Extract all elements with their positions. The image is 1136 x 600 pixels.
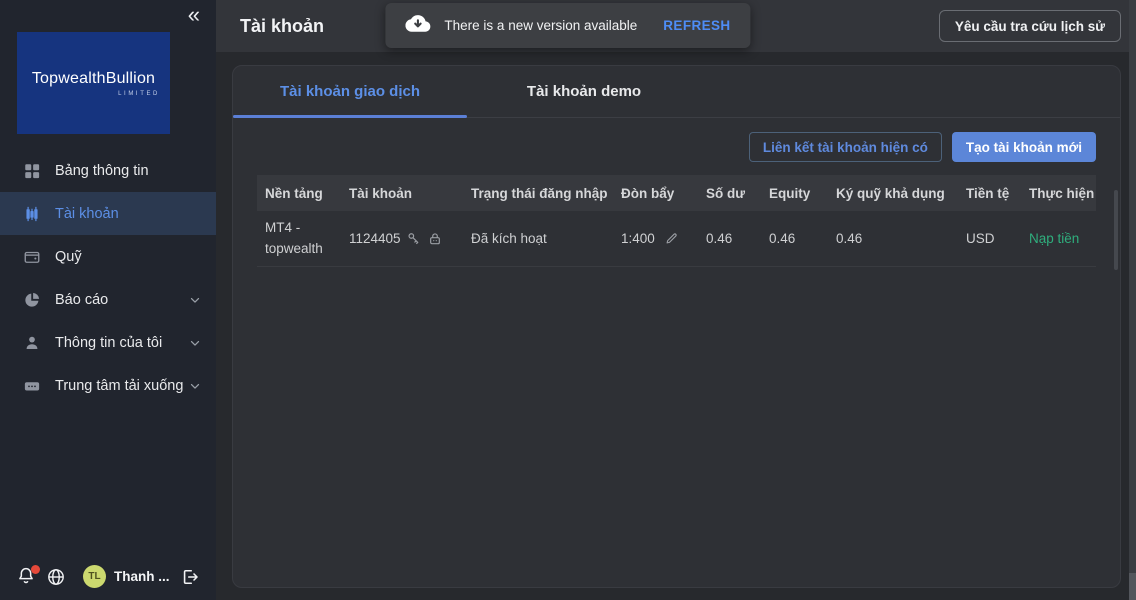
sidebar-item-label: Thông tin của tôi	[55, 335, 162, 351]
sidebar: « TopwealthBullion LIMITED Bảng thông ti…	[0, 0, 216, 600]
update-toast: There is a new version available REFRESH	[385, 3, 750, 48]
cell-leverage: 1:400	[613, 231, 698, 246]
sidebar-item-download-center[interactable]: Trung tâm tải xuống	[0, 364, 216, 407]
create-account-button[interactable]: Tạo tài khoản mới	[952, 132, 1096, 162]
sidebar-item-label: Trung tâm tải xuống	[55, 378, 183, 394]
table-header-row: Nền tảng Tài khoản Trạng thái đăng nhập …	[257, 175, 1096, 211]
report-icon	[22, 290, 42, 310]
lock-icon[interactable]	[427, 231, 443, 247]
col-action: Thực hiện	[1021, 186, 1096, 201]
brand-name: TopwealthBullion	[32, 70, 155, 88]
sidebar-item-funds[interactable]: Quỹ	[0, 235, 216, 278]
notifications-bell-icon[interactable]	[16, 566, 36, 588]
toast-message: There is a new version available	[444, 18, 637, 33]
tab-trading-accounts[interactable]: Tài khoản giao dịch	[233, 66, 467, 117]
col-login-status: Trạng thái đăng nhập	[463, 186, 613, 201]
sidebar-collapse-icon[interactable]: «	[188, 2, 200, 28]
sidebar-item-label: Bảng thông tin	[55, 163, 149, 179]
page-title: Tài khoản	[240, 0, 324, 52]
account-number: 1124405	[349, 231, 401, 246]
cell-currency: USD	[958, 231, 1021, 246]
accounts-table: Nền tảng Tài khoản Trạng thái đăng nhập …	[257, 175, 1096, 267]
account-actions: Liên kết tài khoản hiện có Tạo tài khoản…	[233, 118, 1120, 162]
chevron-down-icon	[188, 293, 202, 307]
wallet-icon	[22, 247, 42, 267]
col-currency: Tiền tệ	[958, 186, 1021, 201]
col-leverage: Đòn bẩy	[613, 186, 698, 201]
brand-subtitle: LIMITED	[118, 91, 160, 97]
download-center-icon	[22, 376, 42, 396]
sidebar-item-label: Tài khoản	[55, 206, 119, 222]
history-request-button[interactable]: Yêu cầu tra cứu lịch sử	[939, 10, 1121, 42]
sidebar-footer: TL Thanh ...	[16, 565, 200, 588]
key-icon[interactable]	[406, 231, 422, 247]
col-equity: Equity	[761, 186, 828, 201]
cell-login-status: Đã kích hoạt	[463, 231, 613, 246]
cell-account: 1124405	[341, 231, 463, 247]
cell-free-margin: 0.46	[828, 231, 958, 246]
sidebar-item-reports[interactable]: Báo cáo	[0, 278, 216, 321]
cell-balance: 0.46	[698, 231, 761, 246]
sidebar-item-label: Quỹ	[55, 249, 82, 265]
chevron-down-icon	[188, 336, 202, 350]
col-balance: Số dư	[698, 186, 761, 201]
sidebar-item-label: Báo cáo	[55, 292, 108, 308]
leverage-value: 1:400	[621, 231, 655, 246]
chevron-down-icon	[188, 379, 202, 393]
sidebar-item-my-info[interactable]: Thông tin của tôi	[0, 321, 216, 364]
dashboard-icon	[22, 161, 42, 181]
brand-logo: TopwealthBullion LIMITED	[17, 32, 170, 134]
sidebar-item-accounts[interactable]: Tài khoản	[0, 192, 216, 235]
window-scrollbar-track[interactable]	[1129, 0, 1136, 600]
profile-icon	[22, 333, 42, 353]
cloud-download-icon	[405, 15, 430, 36]
language-globe-icon[interactable]	[46, 567, 66, 587]
link-existing-account-button[interactable]: Liên kết tài khoản hiện có	[749, 132, 942, 162]
user-avatar[interactable]: TL	[83, 565, 106, 588]
sidebar-menu: Bảng thông tin Tài khoản Quỹ	[0, 149, 216, 407]
accounts-icon	[22, 204, 42, 224]
user-name[interactable]: Thanh ...	[114, 569, 170, 584]
window-scrollbar-thumb[interactable]	[1129, 573, 1136, 600]
notification-badge	[31, 565, 40, 574]
edit-pencil-icon[interactable]	[664, 231, 679, 246]
table-row: MT4 - topwealth 1124405 Đã	[257, 211, 1096, 267]
deposit-link[interactable]: Nạp tiền	[1021, 231, 1096, 246]
refresh-button[interactable]: REFRESH	[663, 18, 730, 33]
col-free-margin: Ký quỹ khả dụng	[828, 186, 958, 201]
cell-equity: 0.46	[761, 231, 828, 246]
logout-icon[interactable]	[180, 567, 200, 587]
account-tabs: Tài khoản giao dịch Tài khoản demo	[233, 66, 1120, 118]
col-account: Tài khoản	[341, 186, 463, 201]
table-scrollbar-thumb[interactable]	[1114, 190, 1118, 270]
sidebar-item-dashboard[interactable]: Bảng thông tin	[0, 149, 216, 192]
col-platform: Nền tảng	[257, 186, 341, 201]
accounts-card: Tài khoản giao dịch Tài khoản demo Liên …	[232, 65, 1121, 588]
cell-platform: MT4 - topwealth	[257, 218, 341, 260]
tab-demo-accounts[interactable]: Tài khoản demo	[467, 66, 701, 117]
